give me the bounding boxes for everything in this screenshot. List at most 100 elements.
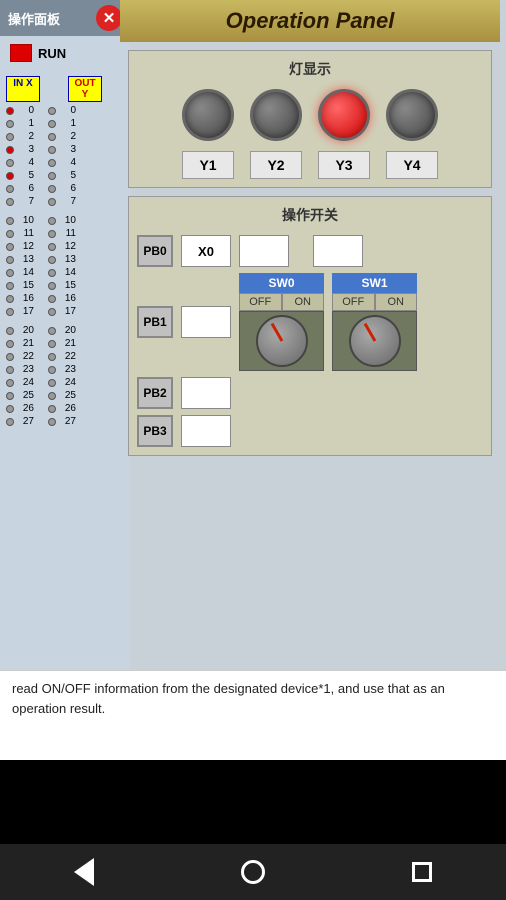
bottom-text-content: read ON/OFF information from the designa… [12,681,445,716]
pb0-input[interactable]: X0 [181,235,231,267]
lamps-row [137,89,483,141]
nav-back-button[interactable] [59,852,109,892]
io-out-led [48,107,56,115]
io-in-num: 4 [16,157,34,168]
io-row: 13 13 [2,253,128,266]
lamp-y3[interactable] [318,89,370,141]
io-row: 6 6 [2,182,128,195]
nav-home-button[interactable] [228,852,278,892]
io-in-num: 3 [16,144,34,155]
pb3-button[interactable]: PB3 [137,415,173,447]
operation-panel-container: Operation Panel 灯显示 Y1 Y2 Y3 Y4 操作开关 [120,0,500,464]
pb1-input[interactable] [181,306,231,338]
io-row: 17 17 [2,305,128,318]
sw0-knob-circle [256,315,308,367]
io-in-num: 12 [16,241,34,252]
io-in-num: 20 [16,325,34,336]
sw0-off-btn[interactable]: OFF [239,293,282,311]
lamp-label-y4: Y4 [386,151,438,179]
io-row: 14 14 [2,266,128,279]
io-in-led [6,392,14,400]
pb2-button[interactable]: PB2 [137,377,173,409]
io-in-led [6,198,14,206]
io-in-led [6,146,14,154]
io-row: 11 11 [2,227,128,240]
nav-recents-button[interactable] [397,852,447,892]
io-out-led [48,146,56,154]
run-led [10,44,32,62]
pb0-extra2[interactable] [313,235,363,267]
io-in-led [6,327,14,335]
pb2-input[interactable] [181,377,231,409]
io-rows: 0 0 1 1 2 2 3 3 4 4 [2,104,128,428]
lamp-section-title: 灯显示 [137,59,483,79]
io-in-led [6,133,14,141]
op-panel-title: Operation Panel [120,0,500,42]
io-out-num: 5 [58,170,76,181]
pb3-input[interactable] [181,415,231,447]
io-out-num: 11 [58,228,76,239]
io-in-led [6,159,14,167]
io-out-led [48,340,56,348]
recents-icon [412,862,432,882]
sw1-off-btn[interactable]: OFF [332,293,375,311]
pb3-row: PB3 [137,415,483,447]
io-out-led [48,198,56,206]
io-out-num: 27 [58,416,76,427]
op-panel-title-text: Operation Panel [226,8,395,34]
io-row: 21 21 [2,337,128,350]
sw1-knob[interactable] [332,311,417,371]
pb1-button[interactable]: PB1 [137,306,173,338]
io-out-num: 16 [58,293,76,304]
io-out-num: 20 [58,325,76,336]
io-in-led [6,185,14,193]
io-row: 22 22 [2,350,128,363]
io-in-num: 2 [16,131,34,142]
io-row: 3 3 [2,143,128,156]
panel-close-button[interactable]: ✕ [96,5,122,31]
bottom-text-area: read ON/OFF information from the designa… [0,670,506,760]
panel-title-text: 操作面板 [8,9,60,28]
io-in-led [6,107,14,115]
io-in-num: 6 [16,183,34,194]
io-in-num: 16 [16,293,34,304]
io-out-led [48,230,56,238]
io-row: 26 26 [2,402,128,415]
lamp-y1[interactable] [182,89,234,141]
io-out-num: 23 [58,364,76,375]
io-out-num: 13 [58,254,76,265]
io-in-num: 17 [16,306,34,317]
sw0-block: SW0 OFF ON [239,273,324,371]
io-in-led [6,418,14,426]
io-out-num: 3 [58,144,76,155]
io-row: 10 10 [2,214,128,227]
pb0-button[interactable]: PB0 [137,235,173,267]
io-table: IN X OUT Y 0 0 1 1 2 2 3 [0,70,130,432]
io-out-num: 25 [58,390,76,401]
io-out-num: 17 [58,306,76,317]
switch-section-title: 操作开关 [137,205,483,225]
pb1-row: PB1 SW0 OFF ON [137,273,483,371]
io-in-led [6,308,14,316]
io-row: 4 4 [2,156,128,169]
io-out-led [48,282,56,290]
lamp-y2[interactable] [250,89,302,141]
io-in-led [6,269,14,277]
sw0-knob[interactable] [239,311,324,371]
pb-rows: PB0 X0 PB1 SW0 OFF ON [137,235,483,447]
lamp-y4[interactable] [386,89,438,141]
io-row: 25 25 [2,389,128,402]
io-out-led [48,217,56,225]
io-in-num: 10 [16,215,34,226]
pb0-row: PB0 X0 [137,235,483,267]
io-in-led [6,353,14,361]
lamp-label-y3: Y3 [318,151,370,179]
io-in-led [6,295,14,303]
sw0-on-btn[interactable]: ON [282,293,325,311]
io-out-num: 21 [58,338,76,349]
io-out-led [48,172,56,180]
io-row: 24 24 [2,376,128,389]
sw1-on-btn[interactable]: ON [375,293,418,311]
io-out-num: 0 [58,105,76,116]
pb0-extra1[interactable] [239,235,289,267]
